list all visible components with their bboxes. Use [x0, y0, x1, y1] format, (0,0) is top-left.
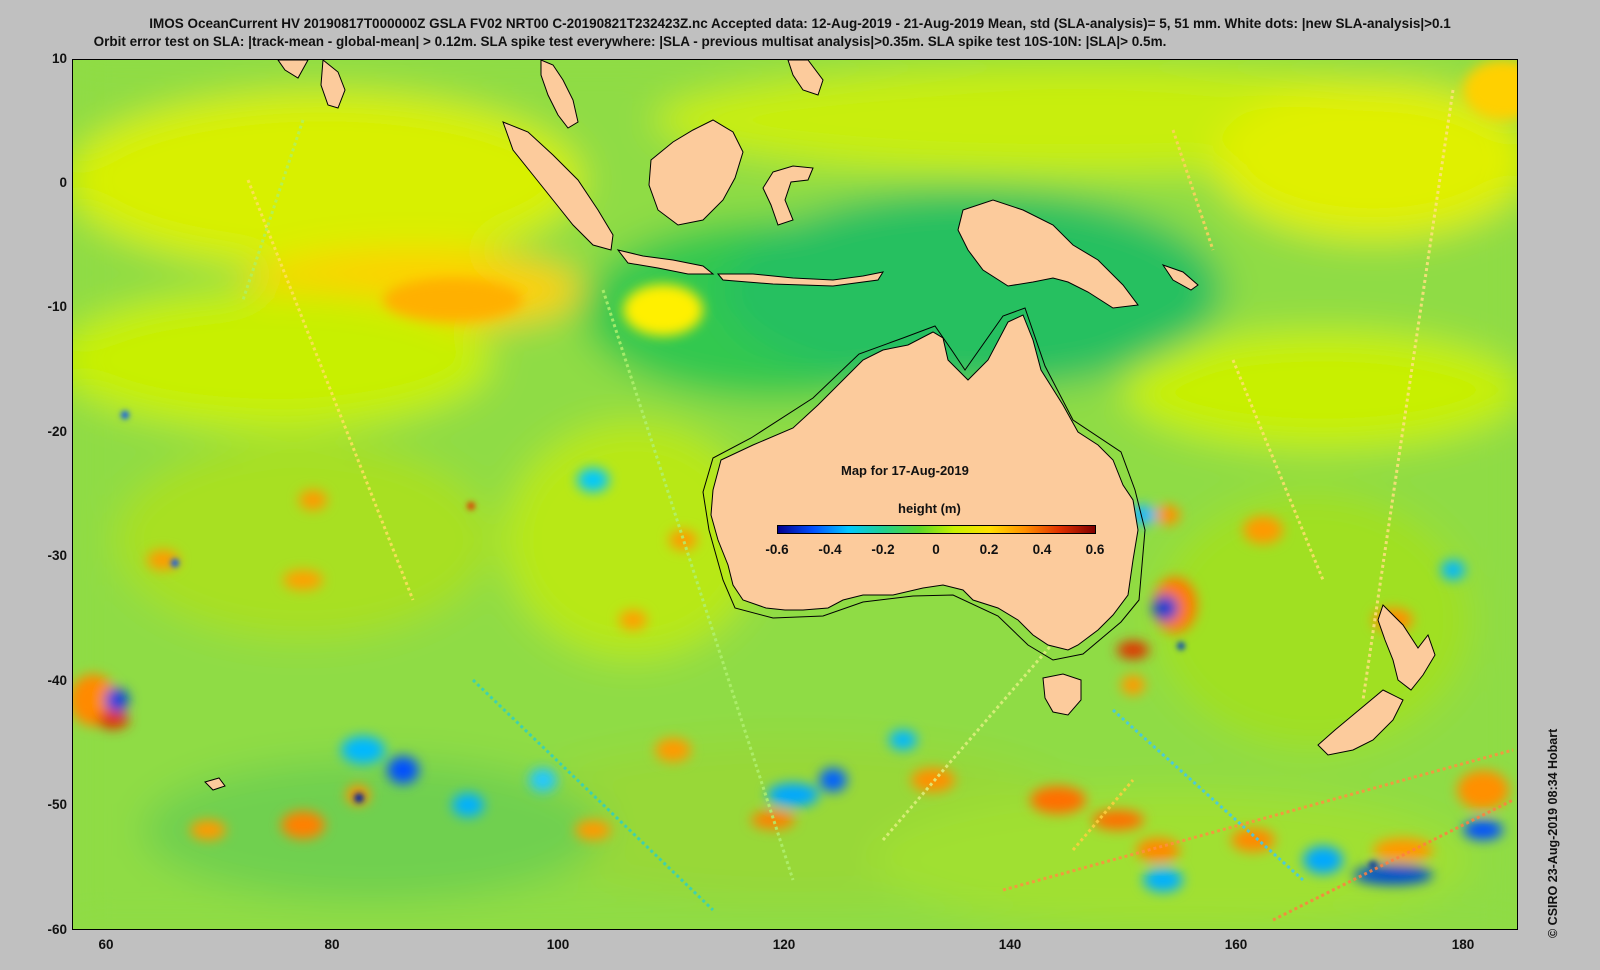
sla-map [72, 59, 1518, 930]
y-tick-minus50: -50 [47, 797, 67, 812]
y-tick-minus60: -60 [47, 922, 67, 937]
colorbar-title: height (m) [898, 501, 961, 516]
sla-map-svg [73, 60, 1517, 929]
colorbar-tick-02: 0.2 [979, 542, 999, 557]
map-title-line-1: IMOS OceanCurrent HV 20190817T000000Z GS… [149, 16, 1451, 31]
colorbar-tick-minus06: -0.6 [765, 542, 789, 557]
y-tick-minus20: -20 [47, 424, 67, 439]
y-tick-10: 10 [51, 51, 67, 66]
x-tick-120: 120 [772, 937, 796, 952]
colorbar-tick-minus02: -0.2 [871, 542, 895, 557]
copyright-notice: © CSIRO 23-Aug-2019 08:34 Hobart [1546, 728, 1560, 938]
colorbar [777, 525, 1096, 534]
y-tick-minus10: -10 [47, 299, 67, 314]
map-title-line-2: Orbit error test on SLA: |track-mean - g… [93, 34, 1167, 49]
colorbar-tick-04: 0.4 [1032, 542, 1052, 557]
x-tick-140: 140 [998, 937, 1022, 952]
x-tick-60: 60 [98, 937, 114, 952]
map-date-label: Map for 17-Aug-2019 [841, 463, 969, 478]
colorbar-tick-06: 0.6 [1085, 542, 1105, 557]
colorbar-tick-minus04: -0.4 [818, 542, 842, 557]
x-tick-180: 180 [1451, 937, 1475, 952]
y-tick-minus30: -30 [47, 548, 67, 563]
y-tick-minus40: -40 [47, 673, 67, 688]
x-tick-100: 100 [546, 937, 570, 952]
colorbar-tick-0: 0 [932, 542, 940, 557]
x-tick-80: 80 [324, 937, 340, 952]
x-tick-160: 160 [1224, 937, 1248, 952]
y-tick-0: 0 [59, 175, 67, 190]
